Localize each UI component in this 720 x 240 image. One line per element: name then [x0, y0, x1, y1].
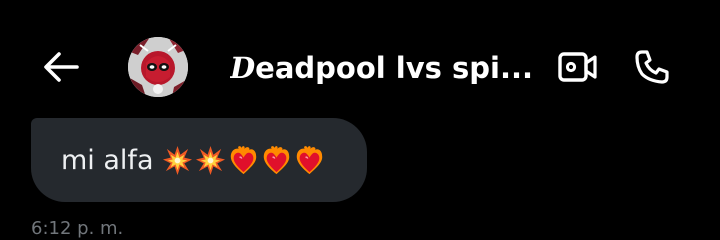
message-text: mi alfa	[61, 144, 154, 176]
video-camera-icon	[558, 52, 597, 82]
heart-on-fire-emoji	[264, 145, 290, 174]
collision-emoji	[163, 145, 193, 175]
message-timestamp: 6:12 p. m.	[31, 218, 124, 239]
arrow-left-icon	[44, 52, 79, 82]
message-emojis	[162, 145, 325, 176]
chat-title-text: eadpool lvs spi...	[255, 51, 534, 85]
chat-header: Deadpool lvs spi...	[0, 0, 720, 120]
collision-emoji	[196, 145, 226, 175]
voice-call-button[interactable]	[630, 45, 674, 89]
back-button[interactable]	[38, 46, 84, 88]
message-bubble[interactable]: mi alfa	[31, 118, 367, 202]
heart-on-fire-emoji	[231, 145, 257, 174]
heart-on-fire-emoji	[297, 145, 323, 174]
contact-avatar-image	[128, 37, 188, 97]
video-call-button[interactable]	[556, 48, 600, 86]
chat-title-initial: D	[230, 51, 256, 85]
chat-title[interactable]: Deadpool lvs spi...	[230, 48, 540, 88]
phone-icon	[635, 50, 669, 84]
avatar[interactable]	[128, 37, 188, 97]
